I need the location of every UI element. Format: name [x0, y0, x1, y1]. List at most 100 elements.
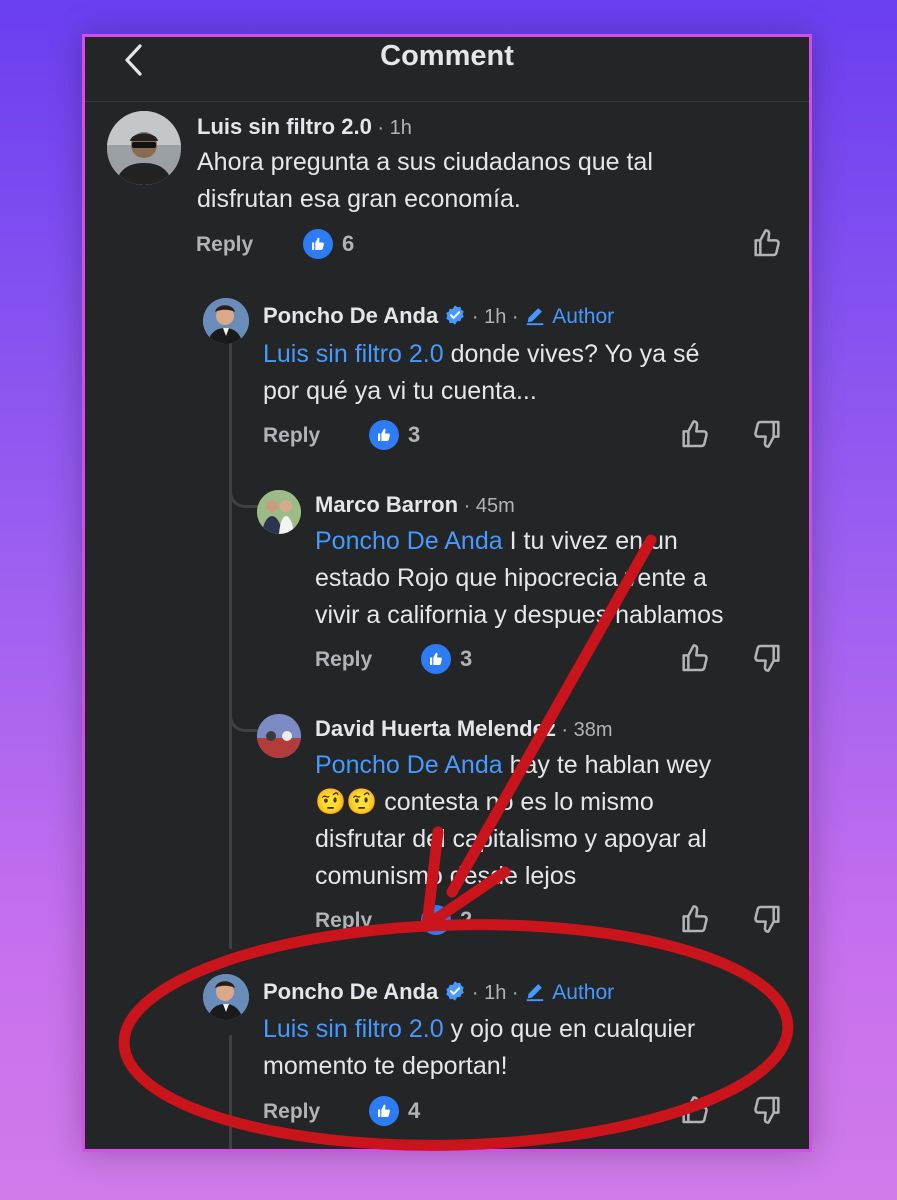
like-button[interactable] [679, 1094, 711, 1126]
comment-line: Luis sin filtro 2.0 y ojo que en cualqui… [263, 1011, 695, 1048]
comment-text-span: donde vives? Yo ya sé [443, 340, 700, 368]
comment-author[interactable]: Marco Barron · 45m [315, 492, 515, 518]
dot-separator: · [555, 719, 574, 741]
comment-text: Ahora pregunta a sus ciudadanos que tal … [197, 144, 653, 218]
comment-time: 1h [484, 982, 507, 1004]
dislike-button[interactable] [751, 642, 783, 674]
author-badge: Author [552, 981, 615, 1004]
mention-link[interactable]: Poncho De Anda [315, 751, 503, 779]
comment-line: comunismo desde lejos [315, 862, 577, 890]
comment-author[interactable]: Poncho De Anda · 1h · Author [263, 303, 614, 329]
mention-link[interactable]: Luis sin filtro 2.0 [263, 1015, 444, 1043]
pencil-icon [524, 980, 546, 1002]
like-count[interactable]: 4 [369, 1096, 420, 1126]
comment-author[interactable]: Luis sin filtro 2.0 · 1h [197, 114, 412, 140]
comment-time: 1h [389, 117, 412, 139]
reply-button[interactable]: Reply [263, 424, 320, 448]
like-button[interactable] [751, 227, 783, 259]
dislike-button[interactable] [751, 1094, 783, 1126]
thread-connector [229, 485, 258, 508]
comment-line: por qué ya vi tu cuenta... [263, 377, 537, 405]
like-count[interactable]: 6 [303, 229, 354, 259]
comment-line: vivir a california y despues hablamos [315, 601, 724, 629]
dot-separator: · [466, 306, 485, 328]
dot-separator: · [506, 306, 525, 328]
like-count[interactable]: 3 [421, 644, 472, 674]
mention-link[interactable]: Poncho De Anda [315, 527, 503, 555]
avatar[interactable] [107, 111, 181, 185]
comment-text: Luis sin filtro 2.0 donde vives? Yo ya s… [263, 336, 699, 410]
like-count-value: 6 [342, 231, 355, 256]
thumbs-up-icon [369, 1096, 399, 1126]
page-title: Comment [380, 40, 514, 72]
like-count[interactable]: 3 [369, 420, 420, 450]
avatar[interactable] [203, 974, 249, 1020]
comment-screen: Comment Luis sin filtro 2.0 · 1h Ahora p… [85, 37, 809, 1149]
comment-text-span: I tu vivez en un [502, 527, 678, 555]
comment-line: disfrutar del capitalismo y apoyar al [315, 825, 707, 853]
author-badge: Author [552, 305, 615, 328]
comment-line: disfrutan esa gran economía. [197, 185, 521, 213]
like-count-value: 2 [460, 907, 473, 932]
avatar-photo [107, 111, 181, 185]
comment-time: 1h [484, 306, 507, 328]
like-count-value: 3 [408, 422, 421, 447]
pencil-icon [524, 304, 546, 326]
reply-button[interactable]: Reply [196, 233, 253, 257]
comment-line: Poncho De Anda I tu vivez en un [315, 523, 724, 560]
comment-text: Poncho De Anda hay te hablan wey 🤨🤨 cont… [315, 747, 711, 895]
thumbs-up-icon [421, 644, 451, 674]
thumbs-up-icon [421, 905, 451, 935]
comment-author[interactable]: Poncho De Anda · 1h · Author [263, 979, 614, 1005]
comment-time: 45m [475, 495, 515, 517]
emoji: 🤨🤨 [315, 788, 378, 816]
verified-badge-icon [444, 304, 466, 326]
like-count-value: 4 [408, 1098, 421, 1123]
thread-connector [229, 709, 258, 732]
author-name[interactable]: Poncho De Anda [263, 979, 438, 1004]
comment-line: Ahora pregunta a sus ciudadanos que tal [197, 148, 653, 176]
comment-text-span: y ojo que en cualquier [443, 1015, 696, 1043]
top-bar: Comment [85, 37, 809, 102]
avatar-photo [203, 974, 249, 1020]
dislike-button[interactable] [751, 418, 783, 450]
thumbs-up-icon [303, 229, 333, 259]
comment-text: Luis sin filtro 2.0 y ojo que en cualqui… [263, 1011, 695, 1085]
avatar[interactable] [203, 298, 249, 344]
author-name[interactable]: David Huerta Melendez [315, 716, 556, 741]
avatar[interactable] [257, 714, 301, 758]
comment-line: momento te deportan! [263, 1052, 508, 1080]
dot-separator: · [458, 495, 476, 517]
app-screenshot-frame: Comment Luis sin filtro 2.0 · 1h Ahora p… [82, 34, 812, 1152]
thread-line [229, 1035, 232, 1149]
avatar-photo [257, 490, 301, 534]
like-button[interactable] [679, 642, 711, 674]
author-name[interactable]: Marco Barron [315, 492, 458, 517]
comment-author[interactable]: David Huerta Melendez · 38m [315, 716, 613, 742]
like-count-value: 3 [460, 646, 473, 671]
reply-button[interactable]: Reply [315, 648, 372, 672]
like-count[interactable]: 2 [421, 905, 472, 935]
comment-text-span: contesta no es lo mismo [377, 788, 654, 816]
reply-button[interactable]: Reply [315, 909, 372, 933]
like-button[interactable] [679, 903, 711, 935]
thread-line-nested [229, 337, 232, 693]
dislike-button[interactable] [751, 903, 783, 935]
dot-separator: · [466, 982, 485, 1004]
avatar[interactable] [257, 490, 301, 534]
comment-text-span: hay te hablan wey [502, 751, 712, 779]
reply-button[interactable]: Reply [263, 1100, 320, 1124]
comment-text: Poncho De Anda I tu vivez en un estado R… [315, 523, 724, 634]
comment-line: estado Rojo que hipocrecia vente a [315, 564, 707, 592]
dot-separator: · [371, 117, 390, 139]
comment-line: Luis sin filtro 2.0 donde vives? Yo ya s… [263, 336, 699, 373]
avatar-photo [203, 298, 249, 344]
thumbs-up-icon [369, 420, 399, 450]
mention-link[interactable]: Luis sin filtro 2.0 [263, 340, 444, 368]
comment-line: Poncho De Anda hay te hablan wey [315, 747, 711, 784]
author-name[interactable]: Luis sin filtro 2.0 [197, 114, 372, 139]
author-name[interactable]: Poncho De Anda [263, 303, 438, 328]
comment-line: 🤨🤨 contesta no es lo mismo [315, 784, 711, 821]
like-button[interactable] [679, 418, 711, 450]
dot-separator: · [506, 982, 525, 1004]
